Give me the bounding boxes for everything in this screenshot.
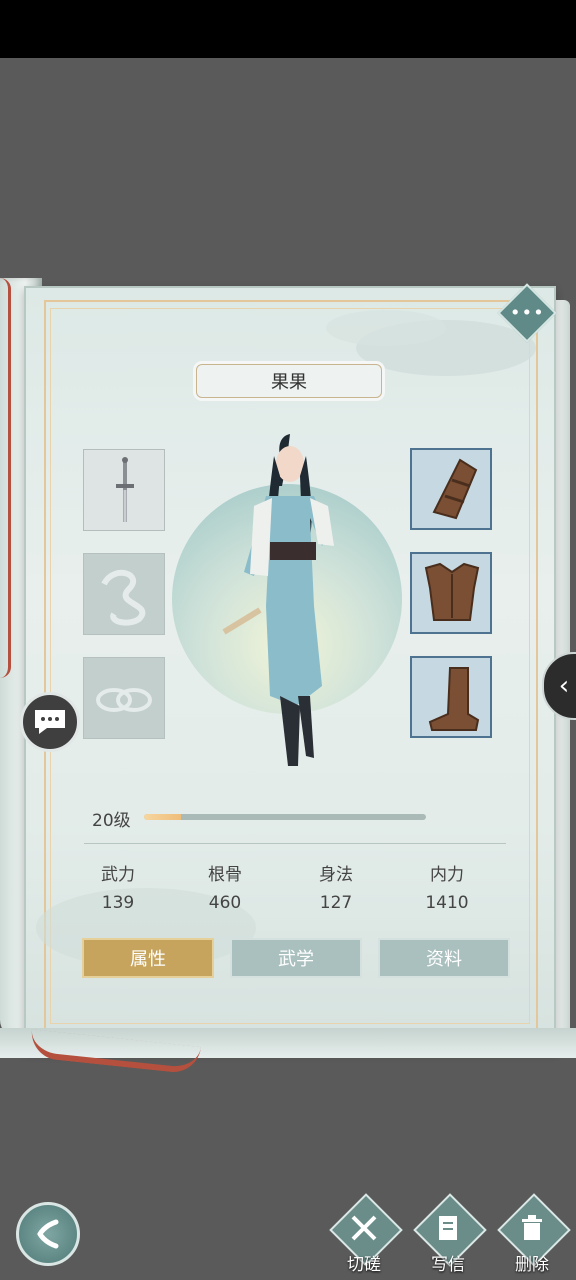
weapon-slot[interactable] xyxy=(83,449,165,531)
delete-label: 删除 xyxy=(515,1255,549,1275)
tab-profile[interactable]: 资料 xyxy=(378,938,510,978)
write-letter-label: 写信 xyxy=(431,1255,465,1275)
chat-bubble-icon xyxy=(35,710,65,734)
stat-label: 身法 xyxy=(319,865,353,885)
bracer-icon xyxy=(432,458,478,520)
accessory-icon xyxy=(101,569,146,626)
crossed-swords-icon xyxy=(328,1208,400,1248)
trash-icon xyxy=(496,1208,568,1248)
tab-martial-arts[interactable]: 武学 xyxy=(230,938,362,978)
stat-value: 1410 xyxy=(425,893,469,913)
ring-slot[interactable] xyxy=(83,657,165,739)
chat-button[interactable] xyxy=(20,692,80,752)
armor-icon xyxy=(424,562,480,621)
character-name: 果果 xyxy=(196,364,382,398)
more-icon: ••• xyxy=(509,301,545,323)
boots-slot[interactable] xyxy=(410,656,492,738)
chevron-left-icon: ‹ xyxy=(558,671,570,701)
experience-bar xyxy=(144,814,426,820)
spar-label: 切磋 xyxy=(347,1255,381,1275)
stat-label: 武力 xyxy=(101,865,135,885)
tab-attributes[interactable]: 属性 xyxy=(82,938,214,978)
boots-icon xyxy=(428,667,480,731)
letter-icon xyxy=(412,1208,484,1248)
stat-value: 127 xyxy=(319,893,353,913)
stat-label: 内力 xyxy=(430,865,464,885)
stat-agility: 身法 127 xyxy=(296,860,376,913)
level-label: 20级 xyxy=(92,811,131,831)
stat-constitution: 根骨 460 xyxy=(185,860,265,913)
stat-internal-power: 内力 1410 xyxy=(407,860,487,913)
stat-value: 460 xyxy=(208,893,242,913)
stat-label: 根骨 xyxy=(208,865,242,885)
back-arrow-icon xyxy=(37,1219,59,1249)
back-button[interactable] xyxy=(16,1202,80,1266)
spar-button[interactable]: 切磋 xyxy=(328,1193,403,1280)
stat-value: 139 xyxy=(101,893,135,913)
sword-icon xyxy=(116,457,134,522)
status-bar xyxy=(0,0,576,58)
divider xyxy=(84,843,506,844)
rings-icon xyxy=(96,688,152,712)
experience-bar-fill xyxy=(144,814,181,820)
accessory-slot[interactable] xyxy=(83,553,165,635)
bracer-slot[interactable] xyxy=(410,448,492,530)
character-portrait xyxy=(222,434,334,766)
book-cover-edge xyxy=(0,278,11,678)
armor-slot[interactable] xyxy=(410,552,492,634)
stat-strength: 武力 139 xyxy=(78,860,158,913)
write-letter-button[interactable]: 写信 xyxy=(412,1193,487,1280)
delete-button[interactable]: 删除 xyxy=(496,1193,571,1280)
